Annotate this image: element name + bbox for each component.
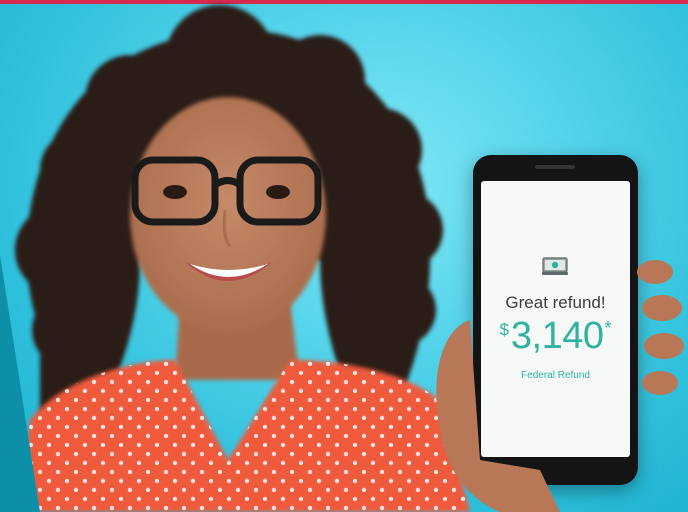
money-icon bbox=[542, 257, 568, 275]
footnote-mark: * bbox=[604, 318, 612, 338]
refund-headline: Great refund! bbox=[505, 293, 606, 312]
currency-symbol: $ bbox=[499, 320, 509, 339]
refund-amount: $3,140* bbox=[481, 317, 630, 355]
refund-value: 3,140 bbox=[510, 315, 604, 357]
promo-banner: Great refund! $3,140* Federal Refund bbox=[0, 0, 688, 512]
refund-caption: Federal Refund bbox=[521, 370, 590, 381]
phone-device: Great refund! $3,140* Federal Refund bbox=[473, 155, 638, 485]
phone-speaker bbox=[535, 165, 575, 169]
phone-screen: Great refund! $3,140* Federal Refund bbox=[481, 181, 630, 457]
